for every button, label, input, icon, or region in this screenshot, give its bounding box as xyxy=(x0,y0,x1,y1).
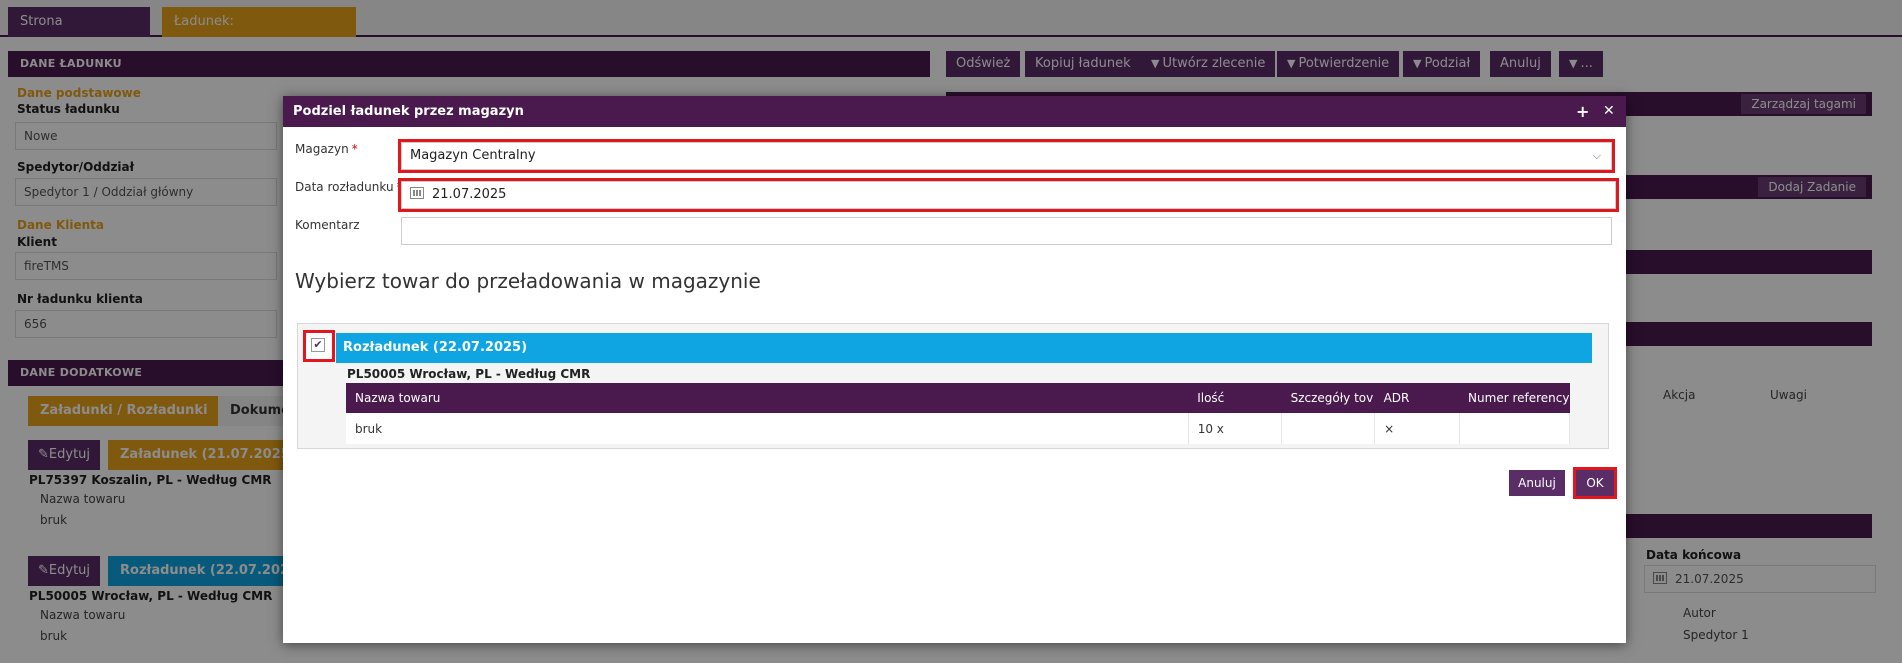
table-header-row: Nazwa towaru Ilość Szczegóły tov ADR Num… xyxy=(346,383,1570,413)
maximize-icon[interactable]: + xyxy=(1576,96,1589,127)
unload-date-value: 21.07.2025 xyxy=(432,187,507,202)
col-adr: ADR xyxy=(1374,383,1460,413)
goods-group: ✔ Rozładunek (22.07.2025) PL50005 Wrocła… xyxy=(297,323,1609,449)
cancel-button[interactable]: Anuluj xyxy=(1509,470,1565,496)
warehouse-select[interactable]: Magazyn Centralny ⌵ xyxy=(398,139,1615,173)
adr-x-icon: × xyxy=(1374,413,1460,444)
comment-input[interactable] xyxy=(401,217,1612,245)
comment-label: Komentarz xyxy=(295,218,360,232)
warehouse-label-text: Magazyn xyxy=(295,142,349,156)
unload-date-label-text: Data rozładunku xyxy=(295,180,394,194)
split-load-dialog: Podziel ładunek przez magazyn + ✕ Magazy… xyxy=(283,96,1626,643)
table-row: bruk 10 x × xyxy=(346,413,1571,444)
unload-date-label: Data rozładunku * xyxy=(295,180,403,194)
cell-reference xyxy=(1459,413,1571,444)
dialog-header: Podziel ładunek przez magazyn + ✕ xyxy=(283,96,1626,127)
calendar-icon xyxy=(410,187,424,199)
col-reference: Numer referency xyxy=(1459,383,1570,413)
unload-date-field[interactable]: 21.07.2025 xyxy=(398,178,1619,212)
col-goods-name: Nazwa towaru xyxy=(346,383,1189,413)
cell-goods-name: bruk xyxy=(346,413,1189,444)
col-details: Szczegóły tov xyxy=(1281,383,1375,413)
warehouse-label: Magazyn * xyxy=(295,142,358,156)
cell-quantity: 10 x xyxy=(1188,413,1283,444)
ok-button[interactable]: OK xyxy=(1573,467,1617,499)
required-mark: * xyxy=(351,142,358,156)
warehouse-value: Magazyn Centralny xyxy=(410,148,536,163)
group-checkbox[interactable]: ✔ xyxy=(303,330,335,362)
goods-table: Nazwa towaru Ilość Szczegóły tov ADR Num… xyxy=(346,383,1571,444)
cell-details xyxy=(1281,413,1376,444)
close-icon[interactable]: ✕ xyxy=(1603,96,1615,127)
check-icon: ✔ xyxy=(311,338,325,352)
section-title: Wybierz towar do przeładowania w magazyn… xyxy=(295,269,761,293)
col-quantity: Ilość xyxy=(1188,383,1282,413)
dialog-title: Podziel ładunek przez magazyn xyxy=(293,104,524,119)
chevron-down-icon: ⌵ xyxy=(1592,149,1601,162)
unload-group-header: Rozładunek (22.07.2025) xyxy=(336,333,1592,363)
group-address: PL50005 Wrocław, PL - Według CMR xyxy=(347,367,591,381)
